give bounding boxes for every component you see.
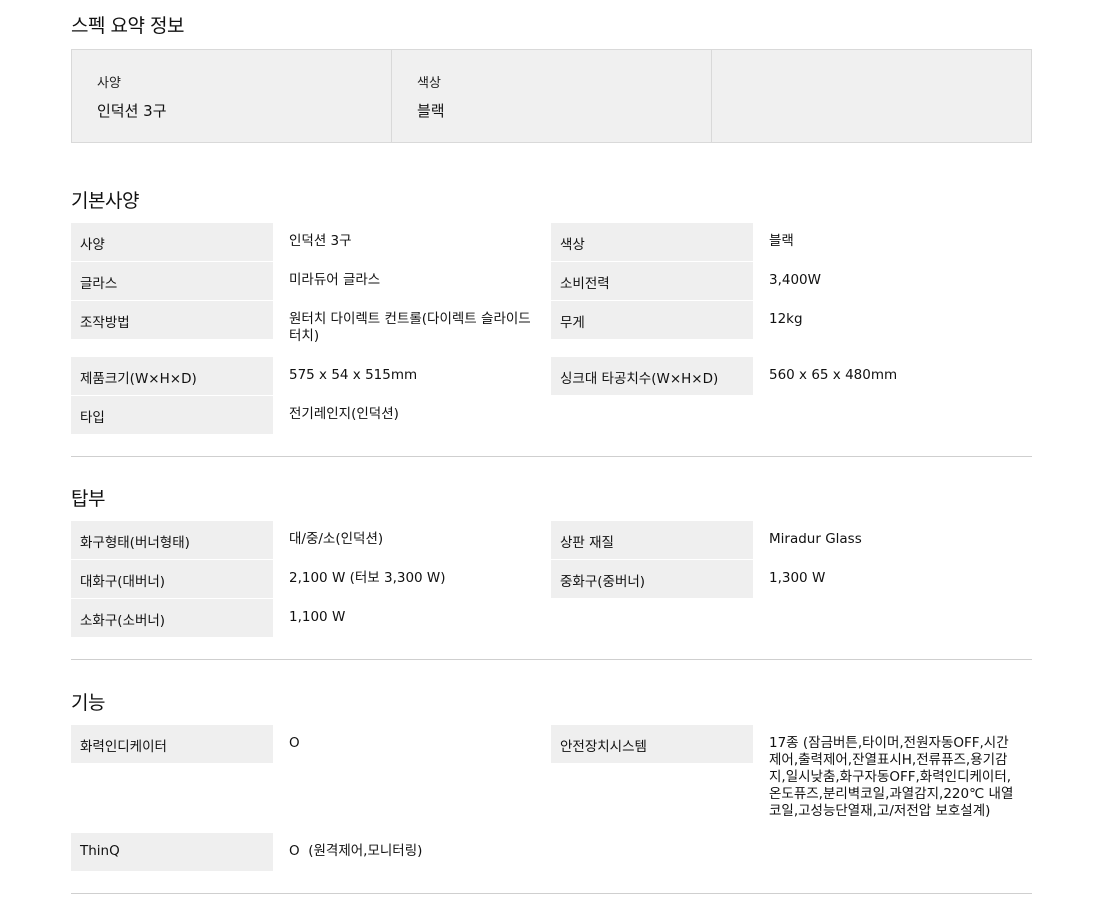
spec-key: ThinQ <box>71 833 273 871</box>
spec-key: 안전장치시스템 <box>551 725 753 763</box>
spec-value: 원터치 다이렉트 컨트롤(다이렉트 슬라이드 터치) <box>289 311 531 344</box>
spec-key: 중화구(중버너) <box>551 560 753 598</box>
spec-key: 사양 <box>71 223 273 261</box>
spec-key: 소비전력 <box>551 262 753 300</box>
section-title: 탑부 <box>71 488 105 510</box>
spec-value: 3,400W <box>769 272 821 288</box>
summary-label: 색상 <box>417 76 441 91</box>
spec-value: 2,100 W (터보 3,300 W) <box>289 570 446 586</box>
spec-value: 17종 (잠금버튼,타이머,전원자동OFF,시간제어,출력제어,잔열표시H,전류… <box>769 735 1014 819</box>
summary-cell-color: 색상 블랙 <box>392 50 712 142</box>
summary-title: 스펙 요약 정보 <box>71 15 184 37</box>
spec-key: 글라스 <box>71 262 273 300</box>
spec-value: 미라듀어 글라스 <box>289 272 381 288</box>
spec-value: 대/중/소(인덕션) <box>289 531 384 547</box>
spec-value: 블랙 <box>769 233 794 249</box>
spec-value: 1,300 W <box>769 570 826 586</box>
spec-key: 무게 <box>551 301 753 339</box>
spec-value: 1,100 W <box>289 609 346 625</box>
spec-key: 상판 재질 <box>551 521 753 559</box>
section-divider <box>71 659 1032 660</box>
section-divider <box>71 456 1032 457</box>
spec-value: 12kg <box>769 311 803 327</box>
summary-value: 블랙 <box>417 102 445 120</box>
summary-value: 인덕션 3구 <box>97 102 167 120</box>
spec-value: Miradur Glass <box>769 531 862 547</box>
spec-key: 싱크대 타공치수(W×H×D) <box>551 357 753 395</box>
spec-key: 화력인디케이터 <box>71 725 273 763</box>
spec-key: 타입 <box>71 396 273 434</box>
summary-box: 사양 인덕션 3구 색상 블랙 <box>71 49 1032 143</box>
spec-key: 대화구(대버너) <box>71 560 273 598</box>
spec-key: 제품크기(W×H×D) <box>71 357 273 395</box>
spec-value: 전기레인지(인덕션) <box>289 406 399 422</box>
spec-value: O <box>289 735 300 751</box>
spec-value: 인덕션 3구 <box>289 233 352 249</box>
spec-value: 575 x 54 x 515mm <box>289 367 418 383</box>
spec-key: 색상 <box>551 223 753 261</box>
section-title: 기본사양 <box>71 190 139 212</box>
summary-cell-spec: 사양 인덕션 3구 <box>72 50 392 142</box>
spec-key: 소화구(소버너) <box>71 599 273 637</box>
section-title: 기능 <box>71 692 105 714</box>
spec-key: 화구형태(버너형태) <box>71 521 273 559</box>
spec-value: 560 x 65 x 480mm <box>769 367 898 383</box>
spec-value: O (원격제어,모니터링) <box>289 843 423 859</box>
summary-label: 사양 <box>97 76 121 91</box>
summary-cell-empty <box>712 50 1031 142</box>
spec-key: 조작방법 <box>71 301 273 339</box>
section-divider <box>71 893 1032 894</box>
